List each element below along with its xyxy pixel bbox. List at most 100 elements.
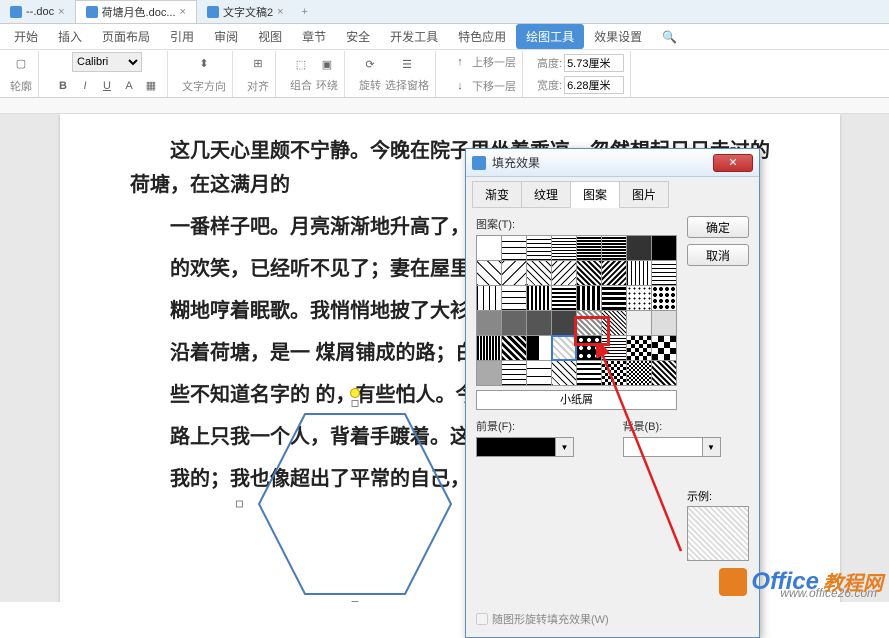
menu-view[interactable]: 视图 [248,24,292,49]
pattern-cell[interactable] [627,236,651,260]
pattern-cell[interactable] [527,236,551,260]
pattern-cell[interactable] [552,261,576,285]
pattern-cell[interactable] [552,236,576,260]
tab-texture[interactable]: 纹理 [521,181,571,208]
rotate-button[interactable]: ⟳ [360,55,380,75]
pattern-cell[interactable] [552,286,576,310]
close-icon[interactable]: × [58,6,64,18]
tab-picture[interactable]: 图片 [619,181,669,208]
pattern-cell[interactable] [602,286,626,310]
pattern-cell[interactable] [577,311,601,335]
menu-effect-settings[interactable]: 效果设置 [584,24,652,49]
pattern-cell[interactable] [502,361,526,385]
pattern-cell[interactable] [477,336,501,360]
menu-page-layout[interactable]: 页面布局 [92,24,160,49]
pattern-cell[interactable] [652,261,676,285]
pattern-cell[interactable] [627,286,651,310]
pattern-cell[interactable] [527,336,551,360]
close-button[interactable]: ✕ [713,154,753,172]
dialog-titlebar[interactable]: 填充效果 ✕ [466,149,759,177]
foreground-color-select[interactable]: ▼ [476,437,574,457]
tab-pattern[interactable]: 图案 [570,181,620,208]
resize-handle[interactable] [236,501,243,508]
highlight-button[interactable]: ▦ [141,76,161,96]
font-color-button[interactable]: A [119,76,139,96]
pattern-cell[interactable] [577,236,601,260]
pattern-cell[interactable] [652,336,676,360]
search-icon[interactable]: 🔍 [652,26,687,48]
pattern-cell[interactable] [477,361,501,385]
height-input[interactable] [564,54,624,72]
move-down-button[interactable]: ↓ [450,76,470,96]
pattern-cell[interactable] [552,361,576,385]
pattern-cell[interactable] [527,286,551,310]
menu-section[interactable]: 章节 [292,24,336,49]
ok-button[interactable]: 确定 [687,216,749,238]
tab-doc-1[interactable]: --.doc × [0,3,75,21]
pattern-cell[interactable] [527,311,551,335]
group-button[interactable]: ⬚ [291,55,311,75]
rotate-fill-checkbox [476,613,488,625]
menu-drawing-tools[interactable]: 绘图工具 [516,24,584,49]
pattern-cell[interactable] [602,236,626,260]
pattern-cell[interactable] [527,261,551,285]
pattern-cell[interactable] [477,236,501,260]
font-select[interactable]: Calibri [72,52,142,72]
pattern-cell[interactable] [477,286,501,310]
pattern-cell[interactable] [652,236,676,260]
pattern-cell[interactable] [502,311,526,335]
pattern-cell[interactable] [602,261,626,285]
pattern-cell[interactable] [577,286,601,310]
menu-references[interactable]: 引用 [160,24,204,49]
pattern-cell[interactable] [652,361,676,385]
text-direction-icon[interactable]: ⬍ [194,54,214,74]
pattern-cell[interactable] [627,336,651,360]
pattern-cell[interactable] [577,361,601,385]
pattern-cell[interactable] [577,261,601,285]
add-tab-button[interactable]: + [294,6,316,18]
pattern-cell[interactable] [527,361,551,385]
background-color-select[interactable]: ▼ [623,437,721,457]
hexagon-shape[interactable] [240,404,470,602]
italic-button[interactable]: I [75,76,95,96]
tab-gradient[interactable]: 渐变 [472,181,522,208]
menu-special[interactable]: 特色应用 [448,24,516,49]
select-pane-button[interactable]: ☰ [397,55,417,75]
menu-start[interactable]: 开始 [4,24,48,49]
menu-security[interactable]: 安全 [336,24,380,49]
pattern-cell[interactable] [577,336,601,360]
move-up-button[interactable]: ↑ [450,52,470,72]
pattern-cell[interactable] [552,336,576,360]
pattern-cell[interactable] [477,261,501,285]
pattern-cell[interactable] [627,361,651,385]
resize-handle[interactable] [352,400,359,407]
pattern-cell[interactable] [502,261,526,285]
menu-review[interactable]: 审阅 [204,24,248,49]
pattern-cell[interactable] [627,261,651,285]
wrap-button[interactable]: ▣ [317,55,337,75]
pattern-cell[interactable] [652,286,676,310]
close-icon[interactable]: × [277,6,283,18]
shape-style-button[interactable]: ▢ [11,54,31,74]
menu-insert[interactable]: 插入 [48,24,92,49]
tab-doc-2[interactable]: 荷塘月色.doc... × [75,0,197,23]
bold-button[interactable]: B [53,76,73,96]
pattern-cell[interactable] [602,336,626,360]
underline-button[interactable]: U [97,76,117,96]
pattern-cell[interactable] [627,311,651,335]
pattern-cell[interactable] [477,311,501,335]
close-icon[interactable]: × [180,6,186,18]
rotate-handle[interactable] [350,388,360,398]
pattern-cell[interactable] [502,336,526,360]
pattern-cell[interactable] [652,311,676,335]
align-icon[interactable]: ⊞ [248,54,268,74]
width-input[interactable] [564,76,624,94]
tab-doc-3[interactable]: 文字文稿2 × [197,1,294,23]
pattern-cell[interactable] [602,311,626,335]
cancel-button[interactable]: 取消 [687,244,749,266]
pattern-cell[interactable] [552,311,576,335]
pattern-cell[interactable] [502,286,526,310]
pattern-cell[interactable] [602,361,626,385]
menu-developer[interactable]: 开发工具 [380,24,448,49]
pattern-cell[interactable] [502,236,526,260]
